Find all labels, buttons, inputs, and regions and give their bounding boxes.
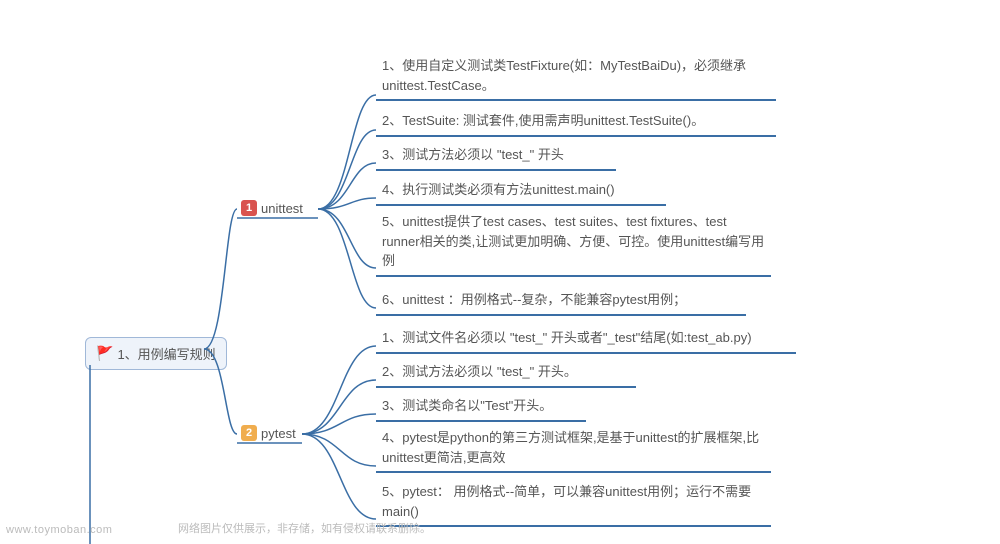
leaf-u3[interactable]: 3、测试方法必须以 "test_" 开头	[376, 143, 616, 171]
leaf-u1[interactable]: 1、使用自定义测试类TestFixture(如：MyTestBaiDu)，必须继…	[376, 54, 776, 101]
branch-unittest[interactable]: 1 unittest	[237, 198, 307, 218]
leaf-u5[interactable]: 5、unittest提供了test cases、test suites、test…	[376, 210, 771, 277]
watermark: www.toymoban.com	[6, 524, 112, 536]
leaf-u4[interactable]: 4、执行测试类必须有方法unittest.main()	[376, 178, 666, 206]
branch-label: pytest	[261, 426, 296, 441]
badge-2-icon: 2	[241, 425, 257, 441]
leaf-p5[interactable]: 5、pytest： 用例格式--简单，可以兼容unittest用例；运行不需要m…	[376, 480, 771, 527]
root-node[interactable]: 🚩 1、用例编写规则	[85, 337, 227, 370]
leaf-p4[interactable]: 4、pytest是python的第三方测试框架,是基于unittest的扩展框架…	[376, 426, 771, 473]
leaf-p1[interactable]: 1、测试文件名必须以 "test_" 开头或者"_test"结尾(如:test_…	[376, 326, 796, 354]
leaf-p3[interactable]: 3、测试类命名以"Test"开头。	[376, 394, 586, 422]
flag-icon: 🚩	[96, 345, 113, 362]
branch-pytest[interactable]: 2 pytest	[237, 423, 300, 443]
leaf-u2[interactable]: 2、TestSuite: 测试套件,使用需声明unittest.TestSuit…	[376, 109, 776, 137]
footer-note: 网络图片仅供展示，非存储，如有侵权请联系删除。	[178, 520, 431, 536]
badge-1-icon: 1	[241, 200, 257, 216]
leaf-u6[interactable]: 6、unittest ：用例格式--复杂，不能兼容pytest用例；	[376, 288, 746, 316]
leaf-p2[interactable]: 2、测试方法必须以 "test_" 开头。	[376, 360, 636, 388]
branch-label: unittest	[261, 201, 303, 216]
root-label: 1、用例编写规则	[117, 344, 215, 363]
